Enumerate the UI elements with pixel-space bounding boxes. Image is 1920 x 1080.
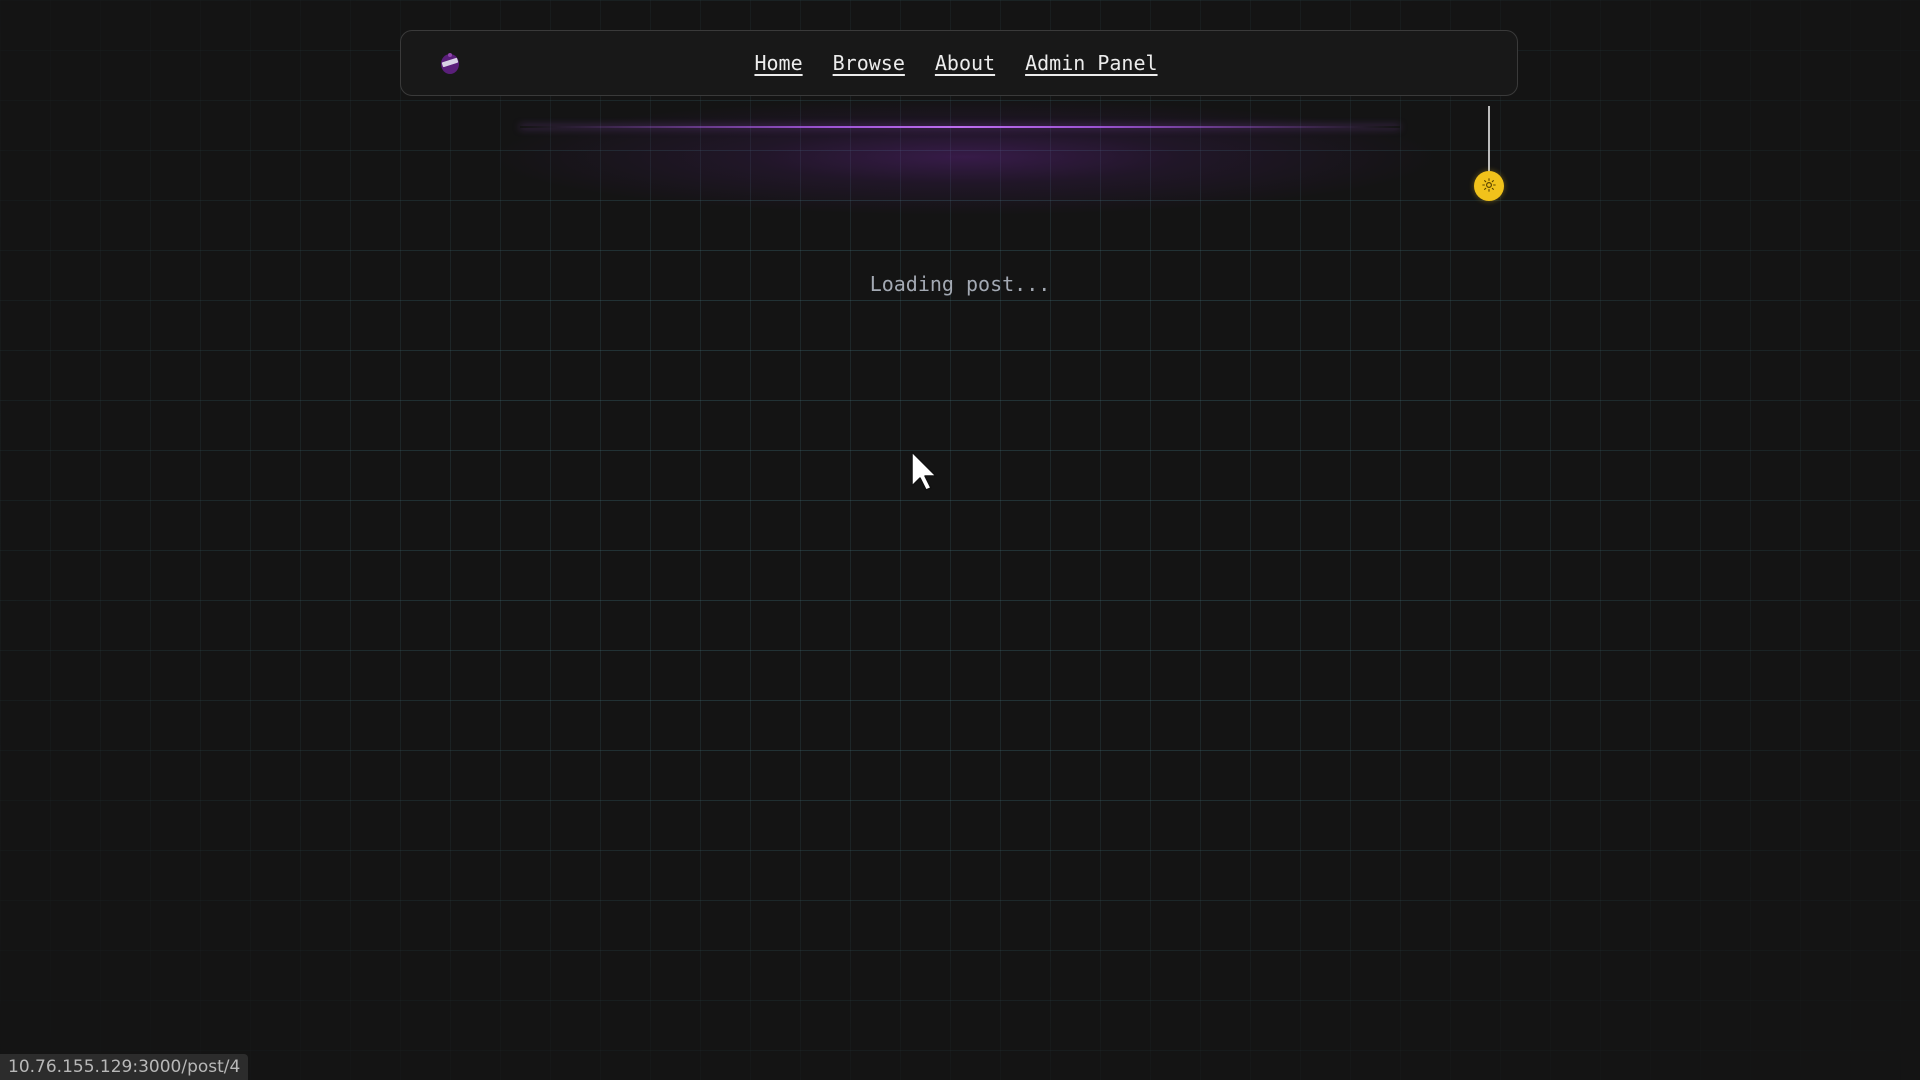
theme-toggle-cord[interactable] (1488, 106, 1490, 176)
nav-link-home[interactable]: Home (754, 51, 802, 75)
mouse-cursor-icon (910, 450, 938, 492)
nav-links: Home Browse About Admin Panel (754, 51, 1157, 75)
nav-link-about[interactable]: About (935, 51, 995, 75)
nav-link-browse[interactable]: Browse (833, 51, 905, 75)
status-bar-url: 10.76.155.129:3000/post/4 (0, 1054, 249, 1080)
loading-text: Loading post... (869, 272, 1051, 296)
nav-link-admin-panel[interactable]: Admin Panel (1025, 51, 1157, 75)
theme-toggle-button[interactable] (1474, 171, 1504, 201)
page: Home Browse About Admin Panel Loading po… (0, 0, 1920, 1080)
grid-background (0, 0, 1920, 1080)
sun-icon (1482, 177, 1496, 196)
accent-line (520, 126, 1400, 128)
logo-icon[interactable] (439, 51, 461, 75)
navbar: Home Browse About Admin Panel (400, 30, 1518, 96)
